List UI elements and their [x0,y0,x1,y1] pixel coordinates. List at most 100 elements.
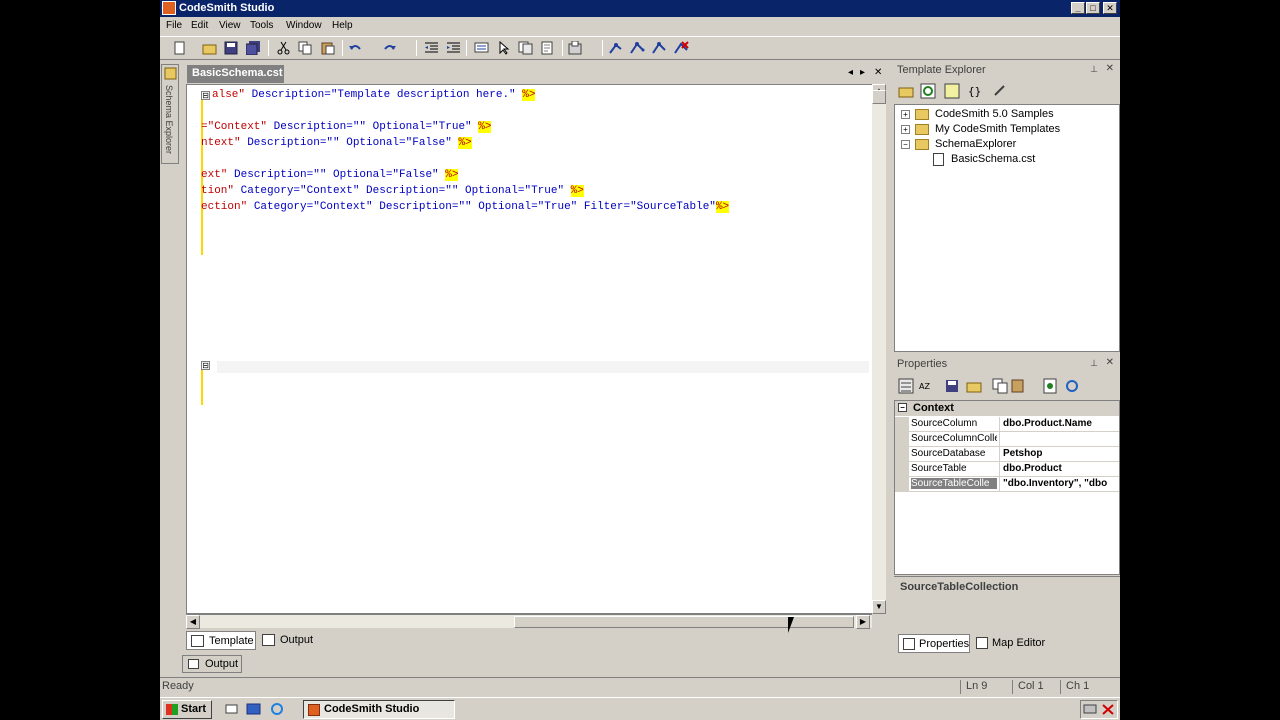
pin-icon[interactable]: ⊥ [1090,64,1098,75]
horizontal-scroll-thumb[interactable] [514,616,854,628]
settings-icon[interactable] [992,83,1008,99]
collapse-icon[interactable]: − [901,140,910,149]
tab-map-editor[interactable]: Map Editor [972,634,1052,653]
schema-explorer-icon [164,67,177,80]
expand-icon[interactable]: + [901,125,910,134]
close-panel-icon[interactable]: ✕ [1106,357,1114,368]
paste-icon[interactable] [320,41,335,55]
copy-icon[interactable] [298,41,313,55]
tab-basicschema[interactable]: BasicSchema.cst [187,65,284,83]
screen: CodeSmith Studio _ □ ✕ File Edit View To… [160,0,1120,720]
property-value[interactable]: dbo.Product.Name [999,417,1119,432]
tab-properties[interactable]: Properties [898,634,970,653]
schema-explorer-tab[interactable]: Schema Explorer [161,64,179,164]
run-icon[interactable] [608,41,623,55]
fold-toggle-icon[interactable]: ⊟ [201,361,210,370]
scroll-thumb[interactable] [872,90,886,104]
editor-horizontal-scrollbar[interactable]: ◀ ▶ [186,614,872,629]
tree-item-my-templates[interactable]: + My CodeSmith Templates [901,123,1115,137]
outdent-icon[interactable] [424,41,439,55]
view-icon[interactable] [944,83,960,99]
property-value[interactable]: Petshop [999,447,1119,462]
taskbar-codesmith-button[interactable]: CodeSmith Studio [303,700,455,719]
system-tray [1080,700,1118,719]
menu-tools[interactable]: Tools [250,20,273,31]
refresh-icon[interactable] [920,83,936,99]
save-icon[interactable] [944,378,960,394]
tab-template-label: Template [209,635,254,647]
tab-template[interactable]: Template [186,631,256,650]
refresh-icon[interactable] [1064,378,1080,394]
copy-template-icon[interactable] [518,41,533,55]
property-row[interactable]: SourceDatabase Petshop [895,447,1119,462]
internet-explorer-icon[interactable] [270,702,285,716]
cursor-icon[interactable] [496,41,511,55]
generate-icon[interactable] [1042,378,1058,394]
minimize-button[interactable]: _ [1071,2,1085,14]
paste-icon[interactable] [1010,378,1026,394]
pin-icon[interactable]: ⊥ [1090,358,1098,369]
tab-output[interactable]: Output [258,631,318,650]
status-line: Ln 9 [966,680,988,692]
menu-help[interactable]: Help [332,20,353,31]
cut-icon[interactable] [276,41,291,55]
fold-toggle-icon[interactable]: ⊟ [201,91,210,100]
run-all-icon[interactable] [630,41,645,55]
open-folder-icon[interactable] [202,41,217,55]
menu-edit[interactable]: Edit [191,20,208,31]
redo-icon[interactable] [382,41,397,55]
property-value[interactable] [999,432,1119,447]
code-editor[interactable]: ⊟ ⊟ alse" Description="Template descript… [186,84,886,614]
tab-scroll-left-icon[interactable]: ◂ [848,67,853,78]
menu-window[interactable]: Window [286,20,322,31]
scroll-left-icon[interactable]: ◀ [186,615,200,629]
copy-icon[interactable] [992,378,1008,394]
bookmark-icon[interactable] [474,41,489,55]
tree-item-basicschema[interactable]: BasicSchema.cst [919,153,1115,167]
property-row[interactable]: SourceColumn dbo.Product.Name [895,417,1119,432]
expand-icon[interactable]: + [901,110,910,119]
show-desktop-icon[interactable] [224,702,239,716]
alphabetical-icon[interactable]: AZ [918,378,934,394]
save-icon[interactable] [224,41,239,55]
tab-scroll-right-icon[interactable]: ▸ [860,67,865,78]
categorized-icon[interactable] [898,378,914,394]
build-icon[interactable] [568,41,583,55]
property-row-selected[interactable]: SourceTableColle "dbo.Inventory", "dbo [895,477,1119,492]
menu-view[interactable]: View [219,20,241,31]
windows-flag-icon [166,704,178,715]
scroll-right-icon[interactable]: ▶ [856,615,870,629]
tree-item-schemaexplorer[interactable]: − SchemaExplorer [901,138,1115,152]
explorer-icon[interactable] [246,702,261,716]
menu-file[interactable]: File [166,20,182,31]
output-panel-tab[interactable]: Output [182,655,242,673]
maximize-button[interactable]: □ [1086,2,1100,14]
open-folder-icon[interactable] [966,378,982,394]
editor-vertical-scrollbar[interactable]: ▲ ▼ [872,84,886,614]
close-panel-icon[interactable]: ✕ [1106,63,1114,74]
tree-item-label: BasicSchema.cst [951,153,1036,165]
tree-item-samples[interactable]: + CodeSmith 5.0 Samples [901,108,1115,122]
start-button[interactable]: Start [162,700,212,719]
stop-icon[interactable] [674,41,689,55]
indent-icon[interactable] [446,41,461,55]
scroll-down-icon[interactable]: ▼ [872,600,886,614]
property-value[interactable]: "dbo.Inventory", "dbo [999,477,1119,492]
property-row[interactable]: SourceTable dbo.Product [895,462,1119,477]
collapse-icon[interactable]: − [898,403,907,412]
save-all-icon[interactable] [246,41,261,55]
property-category[interactable]: − Context [895,401,1119,416]
property-icon[interactable] [540,41,555,55]
debug-icon[interactable] [652,41,667,55]
network-disconnected-icon[interactable] [1101,703,1115,716]
undo-icon[interactable] [348,41,363,55]
new-file-icon[interactable] [172,41,187,55]
properties-toolbar: AZ [894,375,1120,397]
property-value[interactable]: dbo.Product [999,462,1119,477]
close-document-icon[interactable]: ✕ [874,67,882,78]
open-folder-icon[interactable] [898,83,914,99]
close-button[interactable]: ✕ [1103,2,1117,14]
braces-icon[interactable]: {} [966,83,982,99]
property-row[interactable]: SourceColumnColle [895,432,1119,447]
network-icon[interactable] [1083,703,1097,716]
